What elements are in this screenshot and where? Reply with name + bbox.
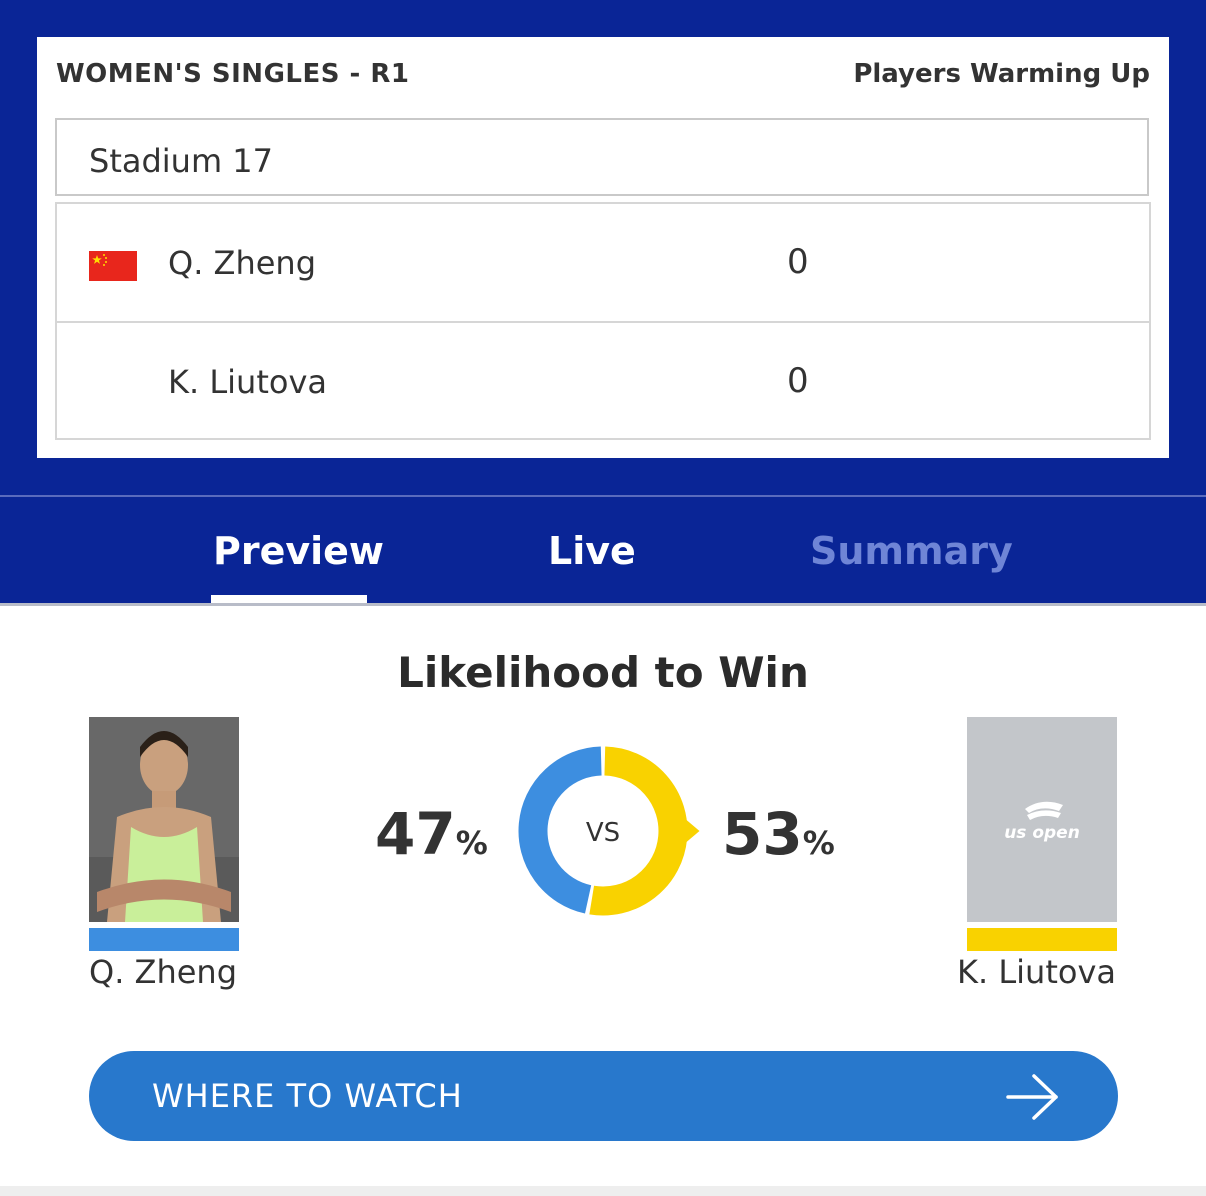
bottom-strip [0,1186,1206,1196]
percent-value: 47 [375,800,456,868]
player-score: 0 [787,361,809,401]
tabs-divider [0,603,1206,606]
us-open-logo-placeholder: us open [967,717,1117,922]
win-probability-donut: VS [518,746,700,916]
player-color-bar [89,928,239,951]
win-percent-left: 47% [375,800,488,868]
china-flag-icon [89,251,137,281]
donut-pointer [686,820,700,842]
likelihood-title: Likelihood to Win [397,648,809,697]
match-status: Players Warming Up [853,59,1150,89]
win-percent-right: 53% [722,800,835,868]
where-to-watch-button[interactable]: WHERE TO WATCH [89,1051,1118,1141]
percent-symbol: % [802,824,835,862]
player-photo [89,717,239,922]
match-scorecard[interactable]: WOMEN'S SINGLES - R1 Players Warming Up … [37,37,1169,458]
where-to-watch-label: WHERE TO WATCH [152,1077,463,1115]
vs-label: VS [586,818,620,848]
logo-text: us open [1004,823,1080,843]
arrow-right-icon [1006,1074,1058,1120]
player-label: K. Liutova [957,953,1116,991]
court-name: Stadium 17 [89,142,274,180]
event-title: WOMEN'S SINGLES - R1 [56,59,410,89]
player-row[interactable]: K. Liutova 0 [57,323,1149,440]
court-header: Stadium 17 [55,118,1149,196]
players-table: Q. Zheng 0 K. Liutova 0 [55,202,1151,440]
match-tabs: Preview Live Summary [0,495,1206,605]
tab-summary[interactable]: Summary [810,529,1013,573]
percent-value: 53 [722,800,803,868]
player-label: Q. Zheng [89,953,238,991]
scorecard-background: WOMEN'S SINGLES - R1 Players Warming Up … [0,0,1206,495]
tab-preview[interactable]: Preview [213,529,384,573]
us-open-logo-icon: us open [1004,801,1080,843]
player-name: Q. Zheng [168,244,317,282]
player-color-bar [967,928,1117,951]
player-score: 0 [787,242,809,282]
tab-live[interactable]: Live [548,529,636,573]
player-name: K. Liutova [168,363,327,401]
active-tab-indicator [211,595,367,603]
player-row[interactable]: Q. Zheng 0 [57,204,1149,323]
percent-symbol: % [455,824,488,862]
